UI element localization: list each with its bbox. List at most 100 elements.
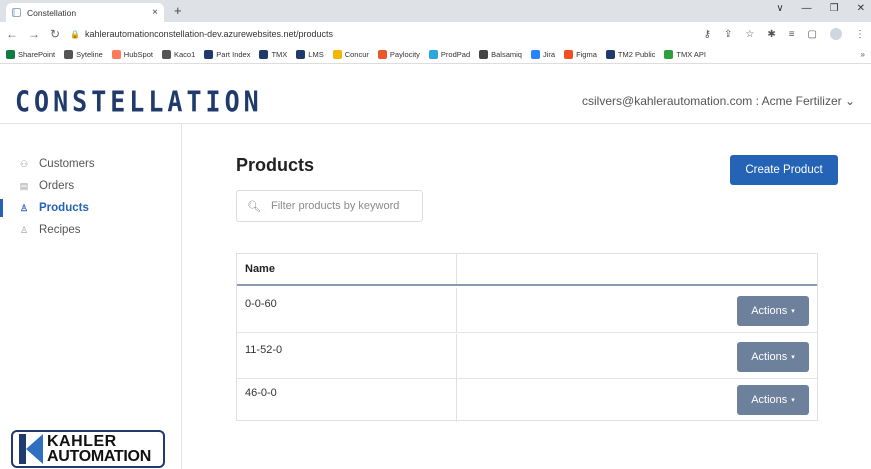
bookmark-icon <box>161 50 171 59</box>
products-icon: ♙ <box>19 202 29 213</box>
bookmark-balsamiq[interactable]: Balsamiq <box>479 50 522 59</box>
lock-icon: 🔒 <box>70 29 81 39</box>
sidebar-item-orders[interactable]: ▤ Orders <box>0 176 182 196</box>
side-panel-icon[interactable]: ▢ <box>808 29 817 40</box>
bookmark-label: SharePoint <box>18 50 56 59</box>
bookmark-hubspot[interactable]: HubSpot <box>111 50 153 59</box>
bookmark-concur[interactable]: Concur <box>332 50 369 59</box>
share-icon[interactable]: ⇪ <box>724 29 732 40</box>
sidebar-item-products[interactable]: ♙ Products <box>0 198 182 218</box>
bookmark-part-index[interactable]: Part Index <box>204 50 250 59</box>
search-box[interactable]: 🔍︎ <box>236 190 423 222</box>
bookmark-label: LMS <box>308 50 324 59</box>
menu-icon[interactable]: ⋮ <box>855 29 865 40</box>
actions-button[interactable]: Actions ▾ <box>737 342 809 372</box>
bookmark-label: TMX API <box>676 50 707 59</box>
reload-icon[interactable]: ↻ <box>50 27 60 41</box>
tab-search-icon[interactable]: ∨ <box>776 3 783 14</box>
reading-list-icon[interactable]: ≡ <box>789 29 795 40</box>
maximize-button[interactable]: ❐ <box>830 3 839 14</box>
new-tab-button[interactable]: + <box>174 3 182 18</box>
create-product-button[interactable]: Create Product <box>730 155 838 185</box>
favicon-icon <box>12 8 21 17</box>
account-menu[interactable]: csilvers@kahlerautomation.com : Acme Fer… <box>582 94 855 108</box>
bookmark-tmx[interactable]: TMX <box>259 50 287 59</box>
bookmark-label: Kaco1 <box>173 50 196 59</box>
bookmark-icon <box>204 50 214 59</box>
key-icon[interactable]: ⚷ <box>704 29 711 40</box>
search-input[interactable] <box>270 200 411 212</box>
kahler-k-icon <box>19 434 43 464</box>
sidebar-item-label: Products <box>39 202 89 214</box>
bookmark-tm2-public[interactable]: TM2 Public <box>605 50 656 59</box>
star-icon[interactable]: ☆ <box>745 29 754 40</box>
bookmark-icon <box>259 50 269 59</box>
bookmark-label: ProdPad <box>440 50 471 59</box>
actions-button[interactable]: Actions ▾ <box>737 385 809 415</box>
bookmarks-bar: SharePoint Syteline HubSpot Kaco1 Part Index… <box>0 46 871 64</box>
kahler-automation-logo: KAHLER AUTOMATION <box>11 430 165 468</box>
sidebar-item-customers[interactable]: ⚇ Customers <box>0 154 182 174</box>
constellation-logo[interactable]: CONSTELLATION <box>15 85 263 118</box>
browser-toolbar: ⚷ ⇪ ☆ ✱ ≡ ▢ ⋮ <box>704 28 865 40</box>
brand-text: KAHLER AUTOMATION <box>47 433 151 465</box>
bookmark-prodpad[interactable]: ProdPad <box>428 50 471 59</box>
chevron-down-icon: ▾ <box>791 397 795 404</box>
extensions-icon[interactable]: ✱ <box>767 29 775 40</box>
chevron-down-icon: ▾ <box>791 308 795 315</box>
bookmark-icon <box>332 50 342 59</box>
product-name: 0-0-60 <box>237 288 457 332</box>
products-table: Name 0-0-60 Actions ▾ 11-52-0 Actions ▾ 46… <box>236 253 818 422</box>
close-window-button[interactable]: ✕ <box>857 3 865 14</box>
forward-arrow-icon[interactable]: → <box>28 27 40 41</box>
bookmark-icon <box>428 50 438 59</box>
url-field[interactable]: 🔒 kahlerautomationconstellation-dev.azur… <box>70 29 333 39</box>
actions-button[interactable]: Actions ▾ <box>737 296 809 326</box>
table-row: 0-0-60 Actions ▾ <box>237 288 817 333</box>
bookmark-icon <box>530 50 540 59</box>
column-header-name[interactable]: Name <box>237 254 457 284</box>
bookmark-icon <box>605 50 615 59</box>
browser-tab[interactable]: Constellation × <box>6 3 164 22</box>
sidebar-item-recipes[interactable]: ♙ Recipes <box>0 220 182 240</box>
column-header-actions <box>457 254 817 284</box>
bookmark-figma[interactable]: Figma <box>564 50 597 59</box>
chevron-down-icon: ▾ <box>791 354 795 361</box>
bookmarks-more-icon[interactable]: » <box>861 50 865 59</box>
bookmark-icon <box>111 50 121 59</box>
product-name: 46-0-0 <box>237 377 457 422</box>
bookmark-label: Concur <box>344 50 369 59</box>
bookmark-icon <box>664 50 674 59</box>
bookmark-label: TMX <box>271 50 288 59</box>
bookmark-label: Balsamiq <box>491 50 522 59</box>
bookmark-syteline[interactable]: Syteline <box>64 50 103 59</box>
recipes-icon: ♙ <box>19 224 29 235</box>
bookmark-icon <box>479 50 489 59</box>
minimize-button[interactable]: — <box>802 3 812 14</box>
table-cell-actions: Actions ▾ <box>457 377 817 422</box>
bookmark-label: Paylocity <box>389 50 420 59</box>
bookmark-icon <box>64 50 74 59</box>
bookmark-lms[interactable]: LMS <box>296 50 324 59</box>
profile-avatar[interactable] <box>830 28 842 40</box>
bookmark-icon <box>564 50 574 59</box>
bookmark-kaco1[interactable]: Kaco1 <box>161 50 196 59</box>
sidebar-item-label: Customers <box>39 158 95 170</box>
sidebar-item-label: Orders <box>39 180 75 192</box>
actions-label: Actions <box>751 305 788 317</box>
close-tab-icon[interactable]: × <box>152 7 158 18</box>
app-header: CONSTELLATION csilvers@kahlerautomation.… <box>0 64 871 124</box>
bookmark-paylocity[interactable]: Paylocity <box>377 50 420 59</box>
sidebar-item-label: Recipes <box>39 224 81 236</box>
bookmark-sharepoint[interactable]: SharePoint <box>6 50 55 59</box>
back-arrow-icon[interactable]: ← <box>6 27 18 41</box>
sidebar: ⚇ Customers ▤ Orders ♙ Products ♙ Recipe… <box>0 124 182 469</box>
bookmark-jira[interactable]: Jira <box>530 50 555 59</box>
bookmark-label: HubSpot <box>123 50 153 59</box>
bookmark-label: TM2 Public <box>617 50 656 59</box>
bookmark-tmx-api[interactable]: TMX API <box>664 50 706 59</box>
browser-tab-bar: Constellation × + ∨ — ❐ ✕ <box>0 0 871 22</box>
bookmark-icon <box>6 50 15 59</box>
bookmark-label: Syteline <box>76 50 103 59</box>
product-name: 11-52-0 <box>237 334 457 378</box>
